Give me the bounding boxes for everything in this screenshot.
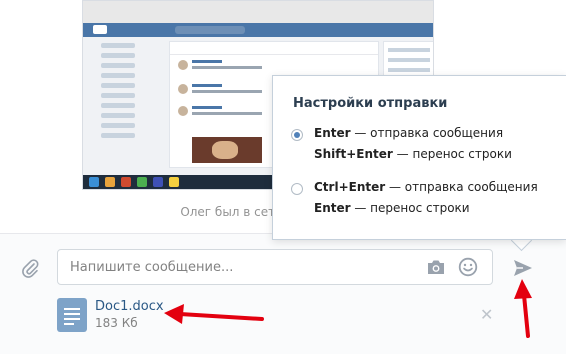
- search-bar: [175, 26, 245, 34]
- paperclip-icon[interactable]: [20, 258, 40, 278]
- attached-document: Doc1.docx 183 Кб: [57, 298, 257, 334]
- send-settings-popup: Настройки отправки Enter — отправка сооб…: [272, 75, 566, 240]
- option-line: Shift+Enter — перенос строки: [314, 147, 512, 161]
- send-icon[interactable]: [512, 258, 534, 278]
- close-icon[interactable]: ✕: [480, 307, 493, 323]
- option-line: Enter — отправка сообщения: [314, 126, 504, 140]
- option-line: Enter — перенос строки: [314, 201, 470, 215]
- logo-icon: [93, 25, 107, 34]
- browser-toolbar: [83, 1, 433, 24]
- radio-button[interactable]: [291, 183, 303, 195]
- camera-icon[interactable]: [426, 258, 446, 276]
- document-icon: [57, 298, 87, 332]
- messenger-window: Олег был в сети 17 минут назад Напишите …: [0, 0, 566, 354]
- option-line: Ctrl+Enter — отправка сообщения: [314, 180, 538, 194]
- smile-icon[interactable]: [458, 257, 478, 277]
- document-name-link[interactable]: Doc1.docx: [95, 299, 164, 314]
- option-enter-sends[interactable]: Enter — отправка сообщения Shift+Enter —…: [291, 126, 561, 166]
- popup-title: Настройки отправки: [293, 96, 448, 111]
- radio-button-selected[interactable]: [291, 129, 303, 141]
- document-size: 183 Кб: [95, 316, 138, 330]
- left-menu: [93, 43, 153, 143]
- message-input-placeholder: Напишите сообщение...: [70, 260, 234, 275]
- option-ctrl-enter-sends[interactable]: Ctrl+Enter — отправка сообщения Enter — …: [291, 180, 561, 220]
- site-header: [83, 23, 433, 37]
- photo-thumbnail: [192, 137, 262, 163]
